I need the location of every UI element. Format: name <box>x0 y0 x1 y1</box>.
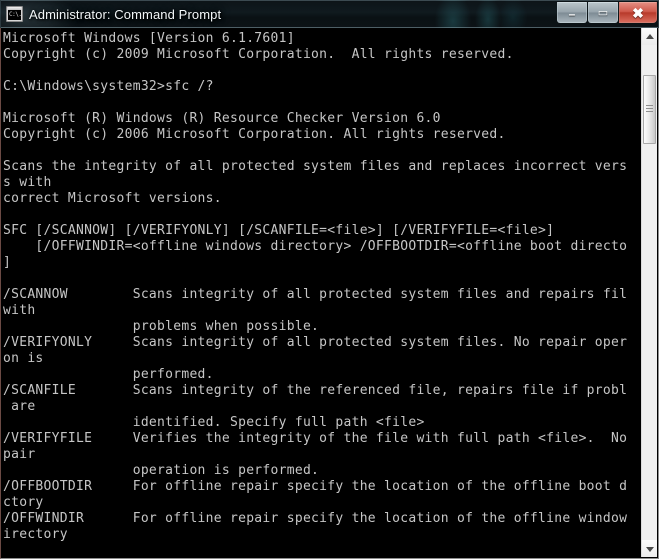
scrollbar-thumb[interactable] <box>643 75 656 144</box>
vertical-scrollbar[interactable] <box>641 28 657 557</box>
console-client-area[interactable]: Microsoft Windows [Version 6.1.7601] Cop… <box>0 28 659 559</box>
grip-icon <box>646 104 653 114</box>
window-titlebar[interactable]: C:\. Administrator: Command Prompt – ▭ ✖ <box>0 0 659 28</box>
console-text: Microsoft Windows [Version 6.1.7601] Cop… <box>3 31 627 542</box>
maximize-icon: ▭ <box>597 7 609 19</box>
icon-screen-text: C:\. <box>8 10 21 20</box>
chevron-down-icon <box>645 546 654 552</box>
scroll-down-button[interactable] <box>642 540 657 557</box>
chevron-up-icon <box>645 33 654 39</box>
minimize-icon: – <box>568 7 576 21</box>
scroll-up-button[interactable] <box>642 28 657 45</box>
command-prompt-icon[interactable]: C:\. <box>6 6 23 22</box>
maximize-button[interactable]: ▭ <box>588 2 618 23</box>
minimize-button[interactable]: – <box>557 2 587 23</box>
window-title: Administrator: Command Prompt <box>29 7 222 22</box>
scrollbar-track[interactable] <box>642 45 657 540</box>
command-prompt-window: C:\. Administrator: Command Prompt – ▭ ✖… <box>0 0 659 559</box>
close-button[interactable]: ✖ <box>619 2 657 23</box>
console-output-area[interactable]: Microsoft Windows [Version 6.1.7601] Cop… <box>3 31 627 555</box>
close-icon: ✖ <box>632 5 644 21</box>
